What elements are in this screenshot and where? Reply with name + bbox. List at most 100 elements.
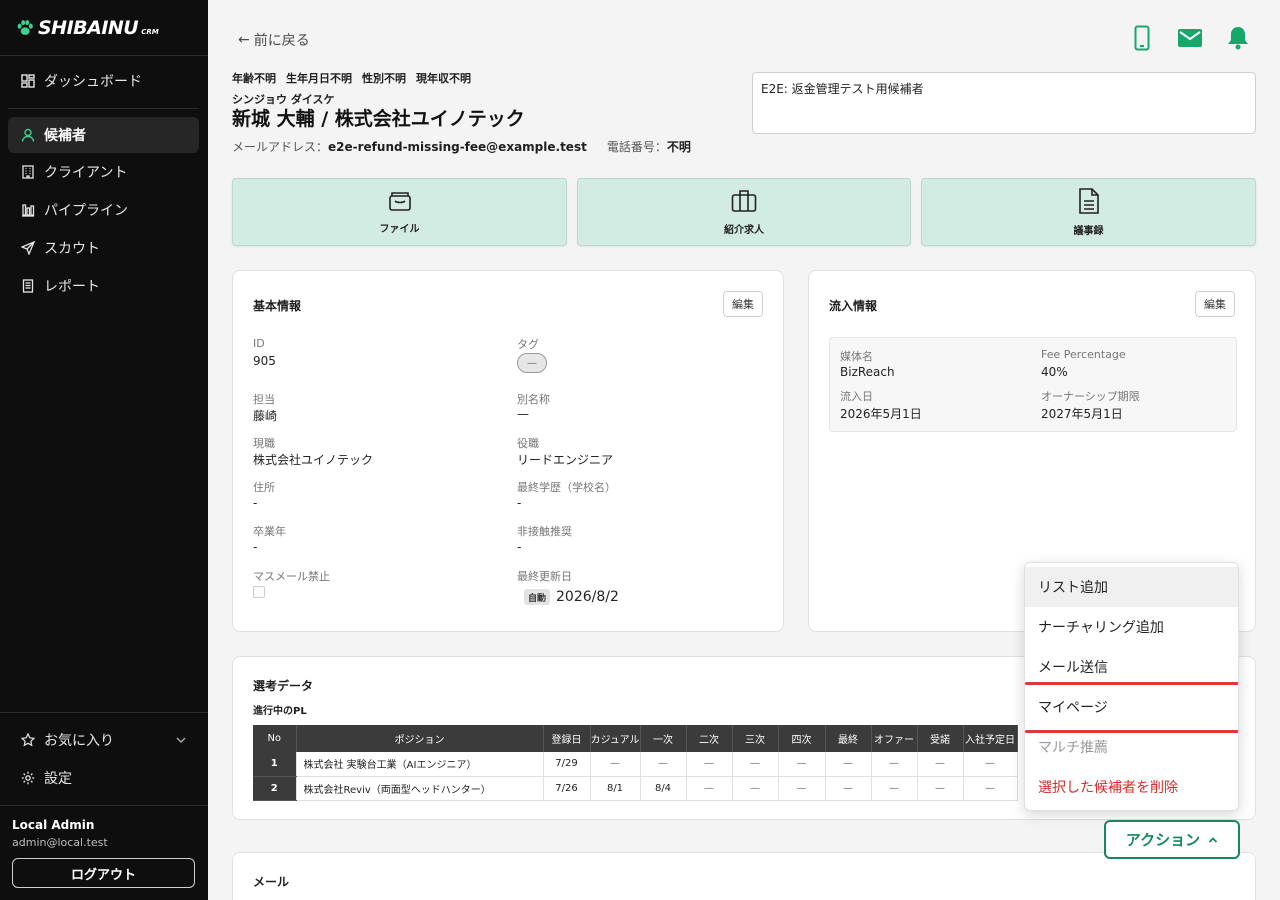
table-cell: —	[871, 776, 918, 801]
sidebar-item-pipeline[interactable]: パイプライン	[8, 192, 199, 228]
logo-text: SHIBAINU	[38, 16, 139, 39]
alias-value: —	[517, 407, 529, 421]
position-cell[interactable]: 株式会社 実験台工業（AIエンジニア）	[296, 752, 544, 777]
role-label: 役職	[517, 437, 539, 450]
selection-title: 選考データ	[253, 679, 314, 693]
sidebar-item-label: 設定	[44, 771, 72, 787]
alias-label: 別名称	[517, 393, 550, 406]
position-cell[interactable]: 株式会社Reviv（両面型ヘッドハンター）	[296, 776, 544, 801]
menu-item-add-nurturing[interactable]: ナーチャリング追加	[1025, 607, 1238, 647]
tag-pill[interactable]: —	[517, 353, 547, 373]
education-value: -	[517, 496, 522, 510]
building-icon	[20, 164, 36, 180]
sidebar-item-clients[interactable]: クライアント	[8, 154, 199, 190]
logo[interactable]: SHIBAINU CRM	[0, 0, 208, 56]
table-cell: —	[825, 752, 872, 777]
inflow-date-label: 流入日	[840, 390, 873, 403]
column-header: 三次	[732, 725, 779, 752]
table-cell: —	[917, 776, 964, 801]
column-header: 二次	[686, 725, 733, 752]
inflow-date-value: 2026年5月1日	[840, 407, 922, 421]
media-label: 媒体名	[840, 350, 873, 363]
basic-info-card: 基本情報 編集 ID 905 タグ — 担当 藤崎 別名称 — 現職 株式会社ユ…	[232, 270, 784, 632]
gear-icon	[20, 770, 36, 786]
jobs-tile[interactable]: 紹介求人	[577, 178, 911, 246]
star-icon	[20, 732, 36, 748]
mail-card: メール	[232, 852, 1256, 900]
menu-item-multi-recommend: マルチ推薦	[1038, 740, 1108, 756]
menu-item-add-list[interactable]: リスト追加	[1025, 567, 1238, 607]
table-row[interactable]: 1 株式会社 実験台工業（AIエンジニア） 7/29 — — — — — — —…	[253, 752, 1018, 777]
sidebar-item-label: ダッシュボード	[44, 74, 142, 90]
email-label: メールアドレス：	[232, 140, 329, 154]
sidebar-item-candidates[interactable]: 候補者	[8, 117, 199, 153]
sidebar-item-dashboard[interactable]: ダッシュボード	[8, 63, 199, 99]
tile-label: 議事録	[1073, 225, 1104, 237]
sidebar-divider	[0, 712, 208, 713]
column-header: カジュアル	[590, 725, 641, 752]
bell-icon[interactable]	[1226, 24, 1250, 52]
row-number: 2	[253, 776, 297, 801]
files-tile[interactable]: ファイル	[232, 178, 567, 246]
ownership-label: オーナーシップ期限	[1041, 390, 1140, 403]
address-label: 住所	[253, 481, 275, 494]
table-cell: 8/1	[590, 776, 641, 801]
table-cell: —	[963, 752, 1018, 777]
sidebar-item-scout[interactable]: スカウト	[8, 230, 199, 266]
id-value: 905	[253, 354, 276, 368]
fee-label: Fee Percentage	[1041, 348, 1126, 361]
nocontact-value: -	[517, 540, 522, 554]
minutes-tile[interactable]: 議事録	[921, 178, 1256, 246]
row-number: 1	[253, 752, 297, 777]
mail-icon[interactable]	[1178, 24, 1202, 52]
memo-field[interactable]: E2E: 返金管理テスト用候補者	[752, 72, 1256, 134]
edit-basic-button[interactable]: 編集	[723, 291, 763, 317]
table-cell: —	[778, 776, 826, 801]
sidebar-item-report[interactable]: レポート	[8, 268, 199, 304]
sidebar-item-label: レポート	[44, 279, 100, 295]
arrow-left-icon: ←	[238, 32, 250, 48]
sidebar-item-settings[interactable]: 設定	[8, 760, 199, 796]
media-value: BizReach	[840, 365, 895, 379]
phone-icon[interactable]	[1130, 24, 1154, 52]
menu-item-delete[interactable]: 選択した候補者を削除	[1025, 767, 1238, 807]
table-cell: —	[686, 752, 733, 777]
column-header: 四次	[778, 725, 826, 752]
column-header: オファー	[871, 725, 918, 752]
table-row[interactable]: 2 株式会社Reviv（両面型ヘッドハンター） 7/26 8/1 8/4 — —…	[253, 776, 1018, 801]
menu-item-send-mail[interactable]: メール送信	[1025, 647, 1238, 687]
sidebar-item-label: スカウト	[44, 241, 100, 257]
edit-inflow-button[interactable]: 編集	[1195, 291, 1235, 317]
back-link[interactable]: ← 前に戻る	[238, 30, 310, 50]
selection-subtitle: 進行中のPL	[253, 706, 307, 717]
sidebar-divider	[8, 108, 199, 109]
sidebar-item-favorites[interactable]: お気に入り	[8, 722, 199, 758]
user-email: admin@local.test	[12, 836, 108, 849]
chevron-up-icon	[1208, 831, 1218, 849]
user-name: Local Admin	[12, 818, 95, 832]
file-folder-icon	[388, 190, 412, 216]
candidate-name: 新城 大輔 / 株式会社ユイノテック	[232, 108, 525, 130]
action-button[interactable]: アクション	[1104, 820, 1240, 859]
basic-info-title: 基本情報	[253, 299, 302, 313]
nomail-checkbox[interactable]	[253, 586, 265, 598]
phone-value: 不明	[666, 140, 691, 154]
sidebar-divider	[0, 805, 208, 806]
logout-button[interactable]: ログアウト	[12, 858, 195, 888]
column-header: 受諾	[917, 725, 964, 752]
current-label: 現職	[253, 437, 275, 450]
document-icon	[1078, 187, 1100, 218]
user-icon	[20, 127, 36, 143]
mail-title: メール	[253, 875, 290, 889]
column-header: No	[253, 725, 297, 752]
table-cell: 7/29	[543, 752, 591, 777]
paw-icon	[17, 19, 33, 35]
menu-item-mypage[interactable]: マイページ	[1025, 687, 1238, 727]
briefcase-icon	[731, 189, 757, 217]
table-cell: 8/4	[640, 776, 687, 801]
table-cell: —	[778, 752, 826, 777]
grad-value: -	[253, 540, 258, 554]
ownership-value: 2027年5月1日	[1041, 407, 1123, 421]
role-value: リードエンジニア	[517, 453, 614, 467]
auto-badge: 自動	[524, 589, 551, 605]
